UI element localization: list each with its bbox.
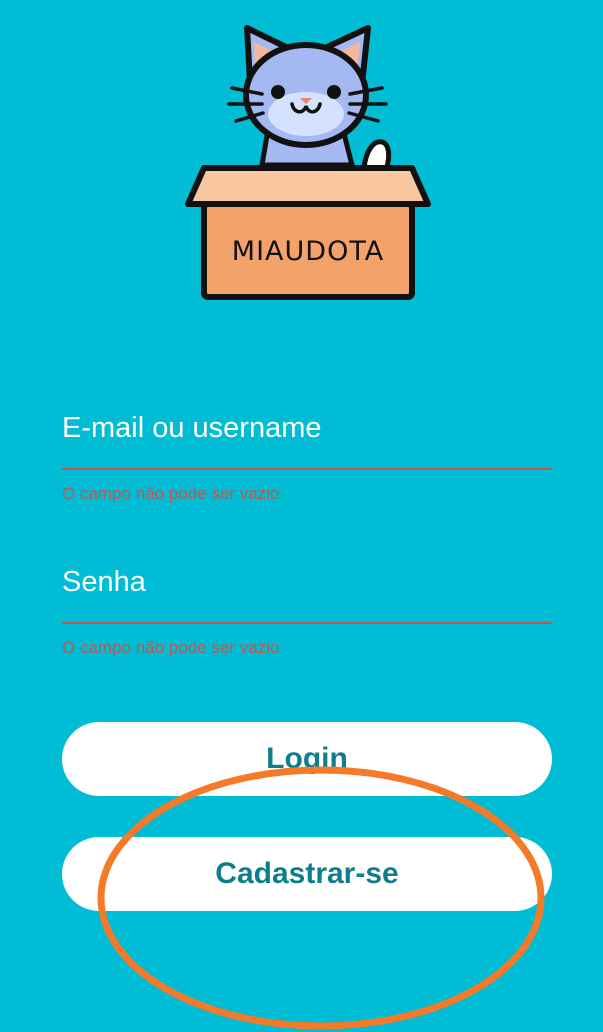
miaudota-logo: MIAUDOTA	[185, 25, 431, 300]
email-field-group: O campo não pode ser vazio	[62, 384, 551, 534]
password-field-group: O campo não pode ser vazio	[62, 538, 551, 688]
email-username-input[interactable]	[62, 384, 551, 470]
password-input[interactable]	[62, 538, 551, 624]
login-button[interactable]: Login	[62, 722, 552, 796]
login-screen: MIAUDOTA O campo não pode ser vazio O ca…	[0, 0, 603, 1032]
signup-button[interactable]: Cadastrar-se	[62, 837, 552, 911]
password-error-text: O campo não pode ser vazio	[62, 638, 280, 657]
email-error-text: O campo não pode ser vazio	[62, 484, 280, 503]
logo-text: MIAUDOTA	[232, 236, 384, 267]
